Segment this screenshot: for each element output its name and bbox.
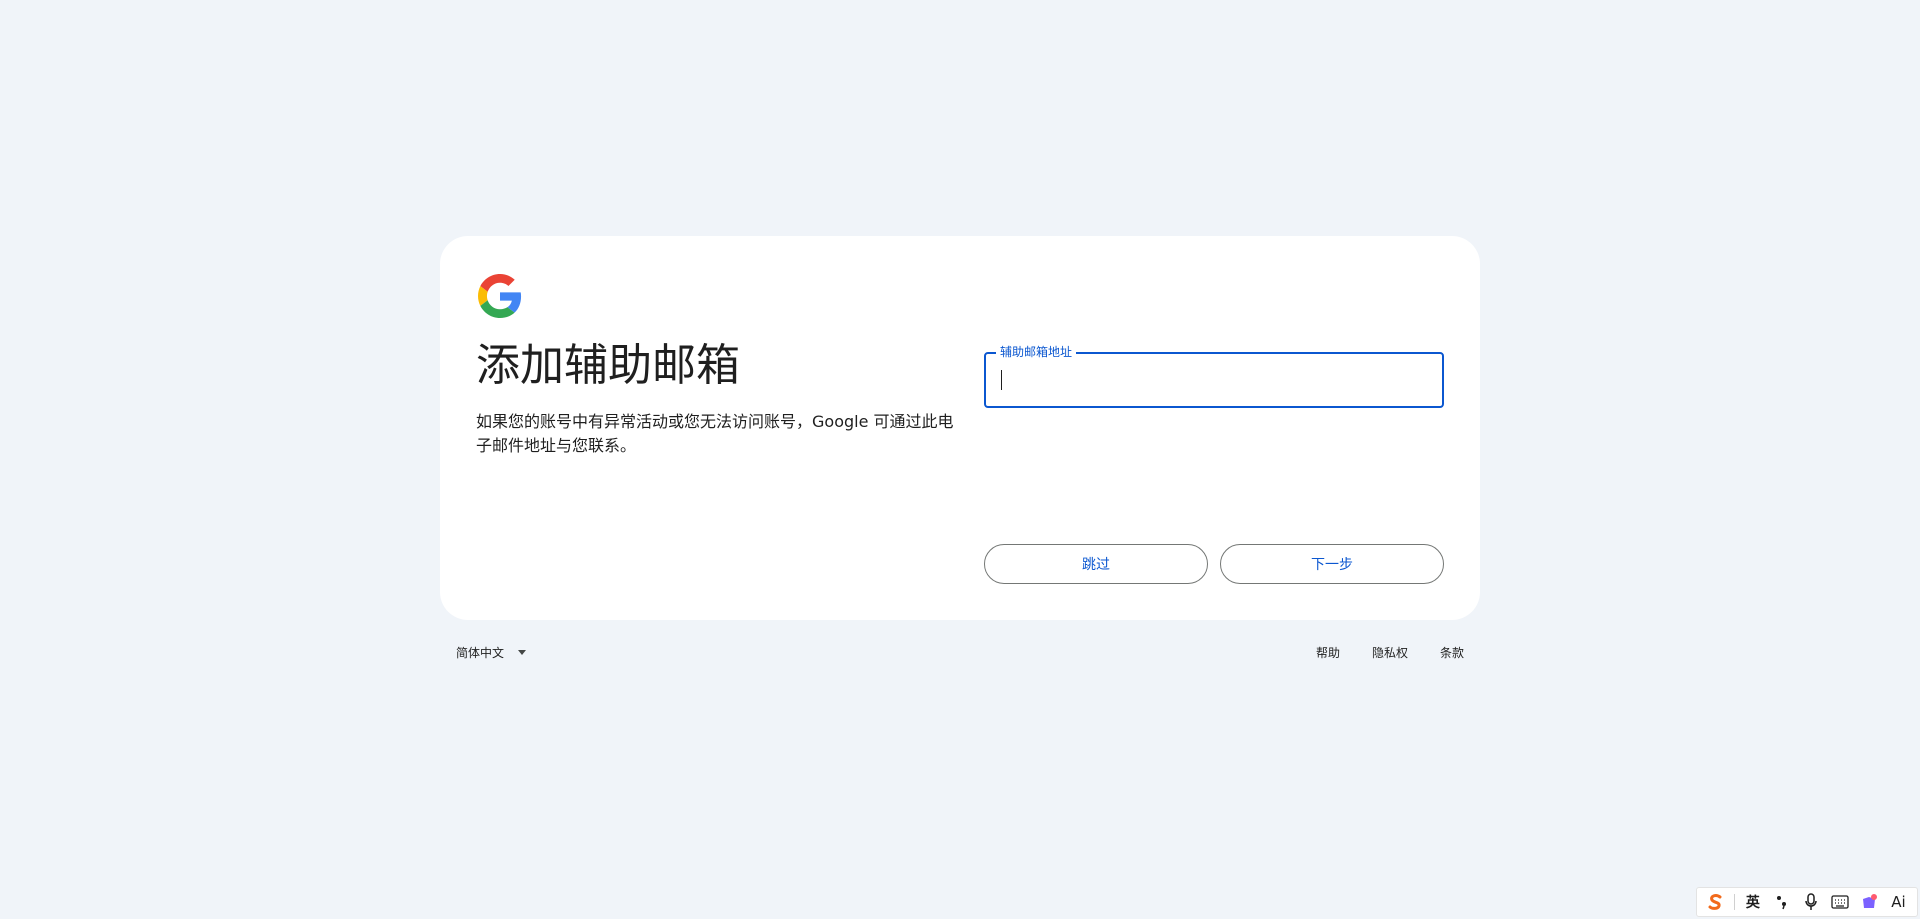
keyboard-icon[interactable] <box>1829 891 1851 913</box>
input-mode-toggle[interactable]: 英 <box>1742 891 1764 913</box>
recovery-email-input[interactable] <box>1000 354 1434 408</box>
skin-icon[interactable] <box>1858 891 1880 913</box>
sogou-logo-icon[interactable] <box>1705 891 1727 913</box>
footer-links: 帮助 隐私权 条款 <box>1316 640 1464 664</box>
help-link[interactable]: 帮助 <box>1316 644 1340 661</box>
page-description: 如果您的账号中有异常活动或您无法访问账号，Google 可通过此电子邮件地址与您… <box>476 412 954 455</box>
ai-assistant-button[interactable]: Ai <box>1887 891 1909 913</box>
language-selector[interactable]: 简体中文 <box>456 640 527 664</box>
dropdown-arrow-icon <box>518 649 527 655</box>
punctuation-icon[interactable] <box>1771 891 1793 913</box>
footer: 简体中文 帮助 隐私权 条款 <box>440 640 1480 664</box>
ime-toolbar: 英 Ai <box>1696 887 1918 917</box>
privacy-link[interactable]: 隐私权 <box>1372 644 1408 661</box>
skip-button[interactable]: 跳过 <box>984 544 1208 584</box>
page-title: 添加辅助邮箱 <box>476 340 740 391</box>
text-caret <box>1001 370 1002 390</box>
next-button[interactable]: 下一步 <box>1220 544 1444 584</box>
signin-card: 添加辅助邮箱 如果您的账号中有异常活动或您无法访问账号，Google 可通过此电… <box>440 236 1480 620</box>
microphone-icon[interactable] <box>1800 891 1822 913</box>
terms-link[interactable]: 条款 <box>1440 644 1464 661</box>
google-logo-icon <box>478 274 522 318</box>
toolbar-separator <box>1733 894 1735 910</box>
recovery-email-field[interactable]: 辅助邮箱地址 <box>984 344 1444 408</box>
language-label: 简体中文 <box>456 645 505 660</box>
